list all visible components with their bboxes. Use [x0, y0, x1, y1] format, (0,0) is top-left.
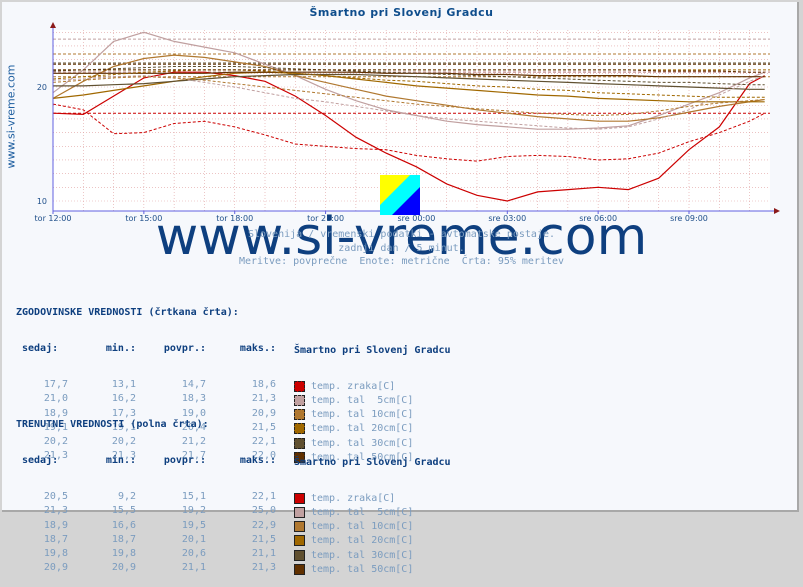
legend-swatch-icon — [294, 506, 305, 518]
value-povpr: 20,6 — [181, 547, 206, 559]
value-maks: 18,6 — [251, 379, 276, 391]
value-sedaj: 18,9 — [43, 519, 68, 531]
subtitle-line-3: Meritve: povprečne Enote: metrične Črta:… — [238, 256, 565, 267]
value-povpr: 21,1 — [181, 562, 206, 574]
stats-row: 17,7 13,1 14,7 18,6 temp. zraka[C] — [16, 379, 451, 393]
value-povpr: 15,1 — [181, 491, 206, 503]
current-heading: TRENUTNE VREDNOSTI (polna črta): — [16, 419, 209, 430]
value-maks: 22,1 — [251, 491, 276, 503]
legend-entry: temp. tal 50cm[C] — [294, 562, 413, 576]
value-min: 15,5 — [111, 505, 136, 517]
legend-swatch-icon — [294, 563, 305, 575]
subtitle-line-1: Slovenija / vremenski podatki - avtomats… — [247, 229, 556, 240]
legend-label: temp. tal 10cm[C] — [311, 521, 414, 533]
value-min: 13,1 — [111, 379, 136, 391]
value-min: 9,2 — [117, 491, 136, 503]
legend-swatch-icon — [294, 535, 305, 547]
stats-row: 20,9 20,9 21,1 21,3 temp. tal 50cm[C] — [16, 562, 451, 576]
legend-swatch-icon — [294, 492, 305, 504]
value-maks: 22,9 — [251, 519, 276, 531]
value-min: 20,9 — [111, 562, 136, 574]
legend-label: temp. tal 5cm[C] — [311, 506, 414, 518]
col-maks: maks.: — [239, 343, 276, 354]
legend-entry: temp. tal 10cm[C] — [294, 520, 413, 534]
legend-swatch-icon — [294, 521, 305, 533]
col-sedaj: sedaj: — [22, 343, 59, 354]
value-maks: 21,5 — [251, 533, 276, 545]
value-sedaj: 19,8 — [43, 547, 68, 559]
value-sedaj: 18,7 — [43, 533, 68, 545]
stats-row: 18,9 16,6 19,5 22,9 temp. tal 10cm[C] — [16, 520, 451, 534]
y-tick-label: 10 — [37, 197, 47, 206]
value-maks: 25,0 — [251, 505, 276, 517]
value-maks: 21,3 — [251, 562, 276, 574]
y-axis-arrow-icon — [50, 22, 56, 28]
col-station: Šmartno pri Slovenj Gradcu — [294, 344, 451, 356]
legend-entry: temp. tal 30cm[C] — [294, 548, 413, 562]
value-sedaj: 21,3 — [43, 505, 68, 517]
col-min: min.: — [105, 343, 136, 354]
value-min: 16,6 — [111, 519, 136, 531]
value-povpr: 20,1 — [181, 533, 206, 545]
col-sedaj: sedaj: — [22, 455, 59, 466]
current-stats: TRENUTNE VREDNOSTI (polna črta): sedaj: … — [16, 397, 451, 587]
legend-swatch-icon — [294, 380, 305, 392]
historical-heading: ZGODOVINSKE VREDNOSTI (črtkana črta): — [16, 307, 239, 318]
value-povpr: 19,2 — [181, 505, 206, 517]
legend-label: temp. zraka[C] — [311, 380, 396, 392]
stats-row: 18,7 18,7 20,1 21,5 temp. tal 20cm[C] — [16, 534, 451, 548]
col-povpr: povpr.: — [163, 455, 206, 466]
y-tick-label: 20 — [37, 83, 47, 92]
legend-swatch-icon — [294, 549, 305, 561]
value-povpr: 14,7 — [181, 379, 206, 391]
legend-label: temp. tal 30cm[C] — [311, 549, 414, 561]
stats-row: 20,5 9,2 15,1 22,1 temp. zraka[C] — [16, 491, 451, 505]
stats-row: 19,8 19,8 20,6 21,1 temp. tal 30cm[C] — [16, 548, 451, 562]
col-povpr: povpr.: — [163, 343, 206, 354]
legend-label: temp. tal 20cm[C] — [311, 535, 414, 547]
subtitle-line-2: zadnji dan / 5 minut. — [338, 243, 465, 254]
legend-entry: temp. tal 5cm[C] — [294, 505, 413, 519]
value-sedaj: 17,7 — [43, 379, 68, 391]
current-column-headers: sedaj: min.: povpr.: maks.: Šmartno pri … — [16, 455, 451, 469]
stats-row: 21,3 15,5 19,2 25,0 temp. tal 5cm[C] — [16, 505, 451, 519]
value-min: 18,7 — [111, 533, 136, 545]
col-maks: maks.: — [239, 455, 276, 466]
value-sedaj: 20,5 — [43, 491, 68, 503]
historical-column-headers: sedaj: min.: povpr.: maks.: Šmartno pri … — [16, 343, 451, 357]
legend-entry: temp. zraka[C] — [294, 491, 395, 505]
value-maks: 21,1 — [251, 547, 276, 559]
value-min: 19,8 — [111, 547, 136, 559]
col-station: Šmartno pri Slovenj Gradcu — [294, 456, 451, 468]
value-povpr: 19,5 — [181, 519, 206, 531]
legend-label: temp. tal 50cm[C] — [311, 563, 414, 575]
legend-entry: temp. zraka[C] — [294, 379, 395, 393]
col-min: min.: — [105, 455, 136, 466]
value-sedaj: 20,9 — [43, 562, 68, 574]
legend-entry: temp. tal 20cm[C] — [294, 534, 413, 548]
legend-label: temp. zraka[C] — [311, 492, 396, 504]
